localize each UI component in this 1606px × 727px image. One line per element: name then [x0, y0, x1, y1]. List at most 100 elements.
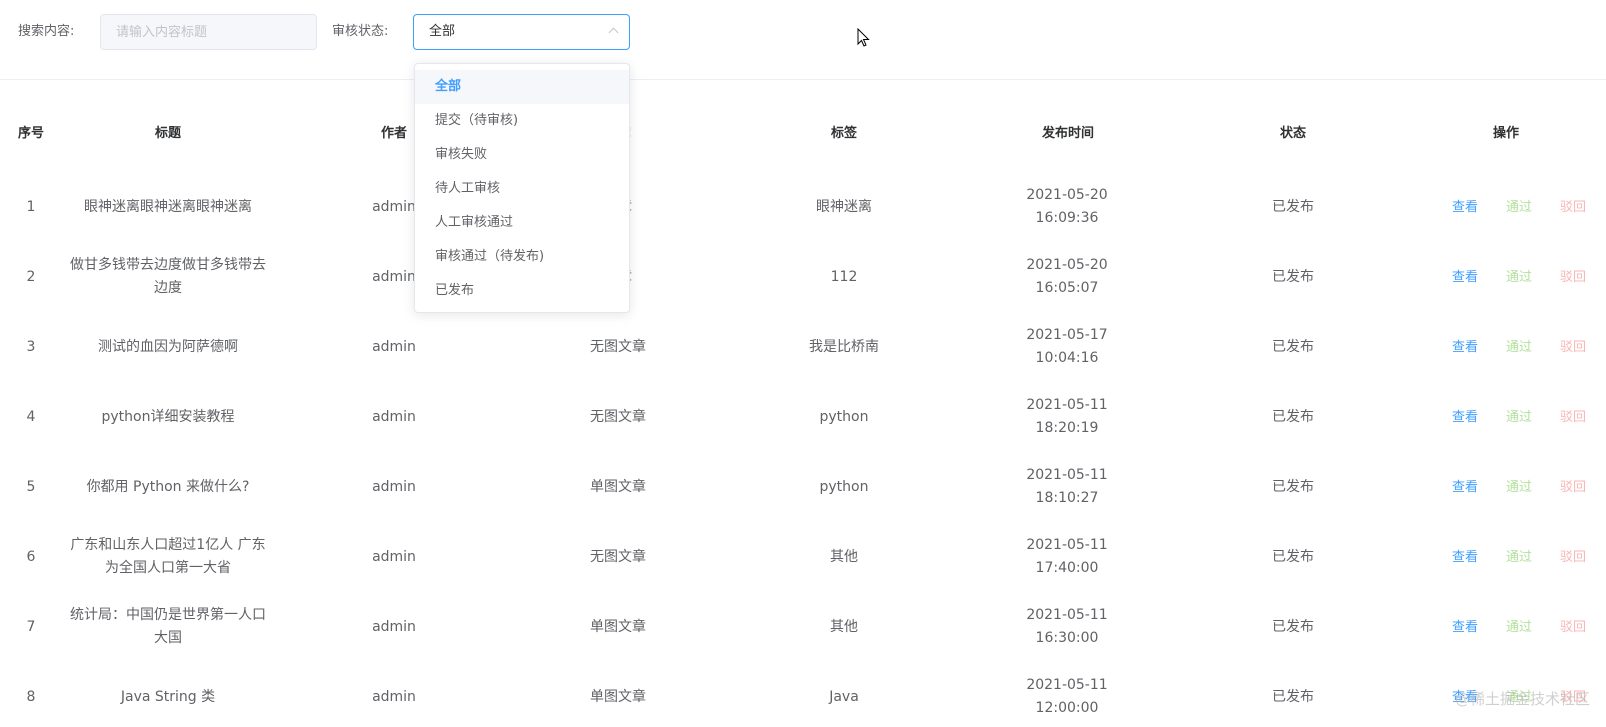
view-button[interactable]: 查看 — [1438, 336, 1492, 359]
row-status: 已发布 — [1272, 268, 1314, 285]
row-publish-time: 2021-05-11 17:40:00 — [966, 522, 1168, 592]
dropdown-option-submitted[interactable]: 提交（待审核) — [415, 104, 629, 138]
view-button[interactable]: 查看 — [1438, 616, 1492, 639]
row-tag: 其他 — [830, 548, 858, 565]
reject-button[interactable]: 驳回 — [1546, 406, 1600, 429]
dropdown-option-approved[interactable]: 审核通过（待发布) — [415, 240, 629, 274]
row-date: 2021-05-17 — [1026, 327, 1108, 343]
row-type: 无图文章 — [590, 548, 646, 565]
row-actions: 查看 通过 驳回 — [1418, 382, 1606, 452]
row-author: admin — [372, 338, 416, 355]
table-header: 序号 标题 作者 ! 标签 发布时间 状态 操作 — [0, 80, 1606, 172]
row-publish-time: 2021-05-20 16:09:36 — [966, 172, 1168, 242]
header-title: 标题 — [154, 126, 182, 141]
view-button[interactable]: 查看 — [1438, 196, 1492, 219]
reject-button[interactable]: 驳回 — [1546, 196, 1600, 219]
row-type: 单图文章 — [590, 478, 646, 495]
row-status: 已发布 — [1272, 618, 1314, 635]
row-tag: 眼神迷离 — [816, 198, 872, 215]
row-actions: 查看 通过 驳回 — [1418, 312, 1606, 382]
row-title: python详细安装教程 — [101, 408, 235, 425]
row-type: 无图文章 — [590, 408, 646, 425]
row-title: 测试的血因为阿萨德啊 — [98, 338, 238, 355]
reject-button[interactable]: 驳回 — [1546, 336, 1600, 359]
status-label: 审核状态: — [332, 24, 389, 39]
row-index: 7 — [26, 618, 36, 635]
status-select[interactable]: 全部 — [413, 14, 630, 50]
row-publish-time: 2021-05-17 10:04:16 — [966, 312, 1168, 382]
chevron-up-icon — [608, 27, 619, 38]
watermark: @稀土掘金技术社区 — [1454, 690, 1590, 708]
dropdown-option-published[interactable]: 已发布 — [415, 274, 629, 308]
row-index: 4 — [26, 408, 36, 425]
pass-button[interactable]: 通过 — [1492, 476, 1546, 499]
row-actions: 查看 通过 驳回 — [1418, 242, 1606, 312]
pass-button[interactable]: 通过 — [1492, 406, 1546, 429]
row-type: 单图文章 — [590, 618, 646, 635]
row-tag: 112 — [830, 268, 858, 285]
table-row: 8 Java String 类 admin 单图文章 Java 2021-05-11 12:… — [0, 662, 1606, 727]
pass-button[interactable]: 通过 — [1492, 616, 1546, 639]
row-date: 2021-05-20 — [1026, 187, 1108, 203]
row-index: 1 — [26, 198, 36, 215]
header-tag: 标签 — [830, 126, 858, 141]
row-clock: 18:10:27 — [1035, 490, 1099, 506]
table-row: 2做甘多钱带去边度做甘多钱带去边度admin文章1122021-05-2016:… — [0, 242, 1606, 312]
table-body: 1眼神迷离眼神迷离眼神迷离admin文章眼神迷离2021-05-2016:09:… — [0, 172, 1606, 727]
reject-button[interactable]: 驳回 — [1546, 546, 1600, 569]
row-tag: 其他 — [830, 618, 858, 635]
dropdown-option-failed[interactable]: 审核失败 — [415, 138, 629, 172]
pass-button[interactable]: 通过 — [1492, 546, 1546, 569]
header-index: 序号 — [17, 126, 45, 141]
view-button[interactable]: 查看 — [1438, 546, 1492, 569]
dropdown-option-all[interactable]: 全部 — [415, 70, 629, 104]
row-date: 2021-05-20 — [1026, 257, 1108, 273]
view-button[interactable]: 查看 — [1438, 266, 1492, 289]
status-dropdown: 全部 提交（待审核) 审核失败 待人工审核 人工审核通过 审核通过（待发布) 已… — [414, 63, 630, 313]
row-index: 2 — [26, 268, 36, 285]
row-actions: 查看 通过 驳回 — [1418, 172, 1606, 242]
row-status: 已发布 — [1272, 198, 1314, 215]
table-row: 5 你都用 Python 来做什么? admin 单图文章 python 2021-05-… — [0, 452, 1606, 522]
row-clock: 12:00:00 — [1035, 700, 1099, 716]
search-input[interactable] — [100, 14, 317, 50]
header-ops: 操作 — [1492, 126, 1520, 141]
row-title: 你都用 Python 来做什么? — [86, 478, 250, 495]
filter-bar: 搜索内容: 审核状态: 全部 — [0, 0, 1606, 80]
row-publish-time: 2021-05-11 18:10:27 — [966, 452, 1168, 522]
view-button[interactable]: 查看 — [1438, 406, 1492, 429]
row-clock: 10:04:16 — [1035, 350, 1099, 366]
row-actions: 查看 通过 驳回 — [1418, 592, 1606, 662]
mouse-cursor-icon — [857, 28, 870, 47]
header-time: 发布时间 — [1041, 126, 1095, 141]
row-author: admin — [372, 688, 416, 705]
row-clock: 16:30:00 — [1035, 630, 1099, 646]
row-status: 已发布 — [1272, 478, 1314, 495]
row-title: 眼神迷离眼神迷离眼神迷离 — [84, 198, 252, 215]
row-clock: 17:40:00 — [1035, 560, 1099, 576]
status-select-value: 全部 — [429, 24, 456, 39]
row-index: 3 — [26, 338, 36, 355]
row-status: 已发布 — [1272, 408, 1314, 425]
dropdown-option-manual-review[interactable]: 待人工审核 — [415, 172, 629, 206]
pass-button[interactable]: 通过 — [1492, 196, 1546, 219]
reject-button[interactable]: 驳回 — [1546, 266, 1600, 289]
dropdown-option-manual-passed[interactable]: 人工审核通过 — [415, 206, 629, 240]
header-author: 作者 — [380, 126, 408, 141]
reject-button[interactable]: 驳回 — [1546, 616, 1600, 639]
row-tag: python — [819, 478, 869, 495]
row-actions: 查看 通过 驳回 — [1418, 522, 1606, 592]
row-index: 6 — [26, 548, 36, 565]
row-tag: 我是比桥南 — [809, 338, 879, 355]
row-author: admin — [372, 548, 416, 565]
row-date: 2021-05-11 — [1026, 397, 1108, 413]
view-button[interactable]: 查看 — [1438, 476, 1492, 499]
row-author: admin — [372, 618, 416, 635]
reject-button[interactable]: 驳回 — [1546, 476, 1600, 499]
pass-button[interactable]: 通过 — [1492, 266, 1546, 289]
row-publish-time: 2021-05-20 16:05:07 — [966, 242, 1168, 312]
row-author: admin — [372, 478, 416, 495]
articles-table: 序号 标题 作者 ! 标签 发布时间 状态 操作 1 眼神迷离眼神迷离眼神迷离 ad… — [0, 80, 1606, 727]
pass-button[interactable]: 通过 — [1492, 336, 1546, 359]
row-author: admin — [372, 408, 416, 425]
